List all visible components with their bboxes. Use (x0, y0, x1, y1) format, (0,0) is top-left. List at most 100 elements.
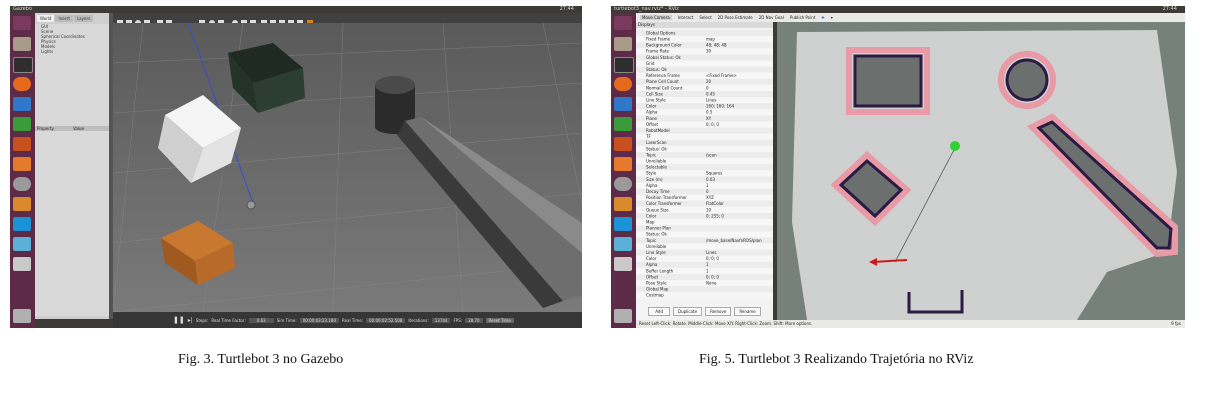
firefox-icon[interactable] (614, 77, 632, 91)
display-row[interactable] (636, 170, 773, 177)
display-row-label: Background Color (646, 43, 682, 48)
display-row-value[interactable]: map (706, 37, 715, 42)
display-row[interactable] (636, 213, 773, 220)
drive-icon[interactable] (13, 257, 31, 271)
reset-time-button[interactable]: Reset Time (485, 317, 514, 323)
display-row-value[interactable]: 30 (706, 49, 712, 54)
display-row[interactable] (636, 255, 773, 262)
skype-icon[interactable] (13, 217, 31, 231)
display-row[interactable] (636, 219, 773, 226)
tool-publish-point[interactable]: Publish Point (790, 15, 815, 20)
tool-interact[interactable]: Interact (678, 15, 694, 20)
fps-label: FPS: (453, 317, 463, 323)
add-display-button[interactable]: Add (648, 306, 671, 316)
displays-tree[interactable]: Global Options Fixed Frame map Background C… (636, 28, 773, 300)
settings-icon[interactable] (614, 177, 632, 191)
display-row-value[interactable]: 20 (706, 79, 712, 84)
amazon-icon[interactable] (13, 197, 31, 211)
display-row-label: Unreliable (646, 244, 667, 249)
tool-move-camera[interactable]: Move Camera (640, 15, 672, 20)
skype-icon[interactable] (614, 217, 632, 231)
drive-icon[interactable] (614, 257, 632, 271)
display-row-value[interactable]: 160; 160; 164 (706, 104, 735, 109)
trash-icon[interactable] (13, 309, 31, 323)
ubuntu-logo-icon[interactable] (614, 16, 632, 30)
display-row-label: Buffer Length (646, 268, 674, 273)
display-row[interactable] (636, 152, 773, 159)
calc-icon[interactable] (13, 117, 31, 131)
display-row-label: Plane (646, 116, 658, 121)
tab-insert[interactable]: Insert (55, 15, 73, 22)
display-row-value[interactable]: Squares (706, 171, 722, 176)
writer-icon[interactable] (614, 97, 632, 111)
writer-icon[interactable] (13, 97, 31, 111)
display-row-value[interactable]: 0; 0; 0 (706, 122, 719, 127)
display-row-value[interactable]: 48; 48; 48 (706, 43, 727, 48)
add-tool-icon[interactable]: ✚ (821, 15, 824, 20)
unity-launcher (10, 13, 35, 328)
rviz-icon[interactable] (614, 237, 632, 251)
calc-icon[interactable] (614, 117, 632, 131)
files-icon[interactable] (614, 37, 632, 51)
rviz-map-view[interactable] (777, 22, 1185, 320)
display-row-label: Pose Style (646, 281, 667, 286)
display-row-value[interactable]: FlatColor (706, 201, 724, 206)
gazebo-3d-view[interactable] (113, 23, 582, 312)
tab-world[interactable]: World (37, 15, 55, 22)
trash-icon[interactable] (614, 309, 632, 323)
remove-display-button[interactable]: Remove (705, 306, 732, 316)
display-row-value[interactable]: /move_base/NavfnROS/plan (706, 238, 762, 243)
firefox-icon[interactable] (13, 77, 31, 91)
terminal-icon[interactable] (13, 57, 33, 73)
display-row-value[interactable]: Lines (706, 250, 716, 255)
display-row-label: Line Style (646, 250, 666, 255)
display-row[interactable] (636, 60, 773, 67)
tool-2d-pose-estimate[interactable]: 2D Pose Estimate (718, 15, 753, 20)
display-row[interactable] (636, 133, 773, 140)
files-icon[interactable] (13, 37, 31, 51)
rtf-label: Real Time Factor: (211, 317, 246, 323)
display-row-value[interactable]: XYZ (706, 195, 714, 200)
rviz-screenshot: turtlebot3_nav.rviz* - RViz 27:44 Move C… (611, 6, 1185, 328)
display-row-label: Status: Ok (646, 146, 668, 151)
software-center-icon[interactable] (13, 157, 31, 171)
display-row-value[interactable]: None (706, 281, 717, 286)
display-row-value[interactable]: Lines (706, 98, 716, 103)
display-row-value[interactable]: 10 (706, 207, 712, 212)
amazon-icon[interactable] (614, 197, 632, 211)
display-row[interactable] (636, 103, 773, 110)
terminal-icon[interactable] (614, 57, 634, 73)
impress-icon[interactable] (614, 137, 632, 151)
pause-icon[interactable]: ❚❚ (173, 316, 185, 324)
rviz-icon[interactable] (13, 237, 31, 251)
top-panel: turtlebot3_nav.rviz* - RViz 27:44 (611, 6, 1185, 13)
tool-menu-icon[interactable]: ▾ (831, 15, 833, 20)
tree-item-lights[interactable]: Lights (41, 49, 109, 54)
rename-display-button[interactable]: Rename (734, 306, 761, 316)
impress-icon[interactable] (13, 137, 31, 151)
display-row-value[interactable]: XY (706, 116, 712, 121)
display-row-value[interactable]: 0; 255; 0 (706, 213, 724, 218)
ubuntu-logo-icon[interactable] (13, 16, 31, 30)
tool-2d-nav-goal[interactable]: 2D Nav Goal (759, 15, 784, 20)
display-row-value[interactable]: 0.45 (706, 91, 715, 96)
display-row-value[interactable]: /scan (706, 152, 717, 157)
tab-layers[interactable]: Layers (73, 15, 94, 22)
duplicate-display-button[interactable]: Duplicate (673, 306, 703, 316)
display-row-value[interactable]: 0; 0; 0 (706, 256, 719, 261)
settings-icon[interactable] (13, 177, 31, 191)
display-row-value[interactable]: 0.5 (706, 110, 713, 115)
display-row-label: LaserScan (646, 140, 667, 145)
display-row-label: RobotModel (646, 128, 670, 133)
display-row-value[interactable]: 0; 0; 0 (706, 274, 719, 279)
software-center-icon[interactable] (614, 157, 632, 171)
tool-select[interactable]: Select (699, 15, 711, 20)
real-time-value: 00:00:02:52.508 (366, 317, 406, 323)
step-icon[interactable]: ▸| (188, 317, 193, 324)
display-row-value[interactable]: 0.03 (706, 177, 715, 182)
gazebo-screenshot: Gazebo 27:44 World Insert Layers GUI Sce… (10, 6, 582, 328)
turtlebot-model[interactable] (246, 200, 256, 210)
display-row-label: Reference Frame (646, 73, 680, 78)
display-row-value[interactable]: <Fixed Frame> (706, 73, 737, 78)
rviz-status-bar: Reset Left-Click: Rotate. Middle-Click: … (636, 320, 1185, 328)
